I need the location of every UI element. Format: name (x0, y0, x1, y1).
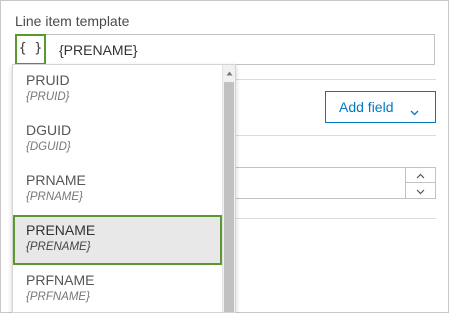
field-name: PRUID (26, 72, 70, 88)
add-field-button[interactable]: Add field (325, 91, 436, 123)
field-name: DGUID (26, 122, 72, 138)
chevron-down-icon (416, 182, 425, 200)
decrement-button[interactable] (405, 183, 435, 198)
field-name: PRENAME (26, 222, 96, 238)
line-item-template-input[interactable]: { } {PRENAME} (15, 34, 435, 65)
scrollbar-thumb[interactable] (224, 82, 234, 312)
list-item-prname[interactable]: PRNAME {PRNAME} (13, 165, 222, 215)
list-item-dguid[interactable]: DGUID {DGUID} (13, 115, 222, 165)
numeric-input[interactable] (221, 167, 436, 199)
chevron-down-icon (410, 103, 419, 119)
list-item-pruid[interactable]: PRUID {PRUID} (13, 65, 222, 115)
insert-field-braces-button[interactable]: { } (15, 34, 46, 65)
field-token: {DGUID} (26, 141, 71, 153)
field-token: {PRFNAME} (26, 291, 90, 303)
field-dropdown-list[interactable]: PRUID {PRUID} DGUID {DGUID} PRNAME {PRNA… (12, 64, 236, 313)
divider (221, 135, 436, 136)
dropdown-scrollbar[interactable] (222, 65, 235, 312)
divider (221, 79, 436, 80)
field-token: {PRENAME} (26, 241, 91, 253)
add-field-label: Add field (339, 99, 394, 115)
braces-icon: { } (18, 41, 43, 56)
field-token: {PRUID} (26, 91, 70, 103)
field-name: PRNAME (26, 172, 86, 188)
divider (221, 218, 436, 219)
template-value: {PRENAME} (59, 42, 138, 58)
field-name: PRFNAME (26, 272, 95, 288)
scroll-up-icon[interactable] (223, 68, 235, 78)
field-token: {PRNAME} (26, 191, 83, 203)
list-item-prename[interactable]: PRENAME {PRENAME} (13, 215, 222, 265)
list-item-prfname[interactable]: PRFNAME {PRFNAME} (13, 265, 222, 312)
field-list: PRUID {PRUID} DGUID {DGUID} PRNAME {PRNA… (13, 65, 222, 312)
line-item-template-label: Line item template (15, 13, 130, 29)
